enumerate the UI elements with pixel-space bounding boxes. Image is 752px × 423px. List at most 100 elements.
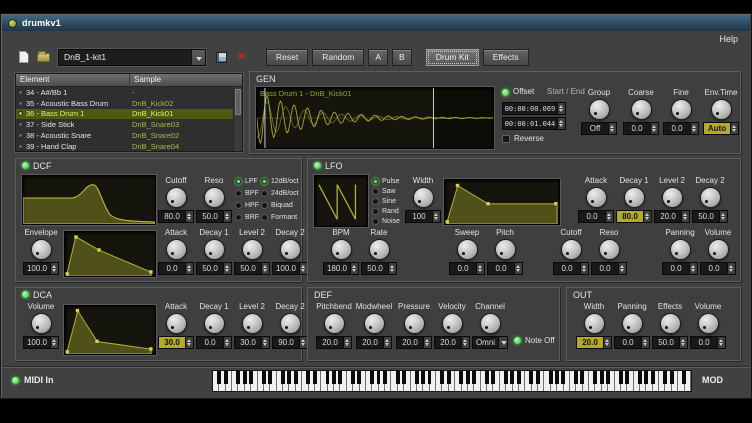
offset-start-spinbox[interactable]: 00:00:00.069 — [502, 102, 566, 115]
lfo-rate-knob[interactable] — [369, 239, 390, 260]
def-pitchbend-knob[interactable] — [324, 313, 345, 334]
menu-help[interactable]: Help — [719, 34, 738, 44]
lfo-width-knob[interactable] — [413, 187, 434, 208]
offset-end-spinbox[interactable]: 00:00:01.044 — [502, 117, 566, 130]
tab-drum-kit[interactable]: Drum Kit — [426, 49, 479, 66]
lfo-cutoff-spinbox[interactable]: 0.0 — [553, 262, 589, 275]
black-key[interactable] — [466, 371, 470, 384]
spinbox-arrows[interactable] — [608, 123, 616, 134]
spinbox-arrows[interactable] — [618, 263, 626, 274]
dca-enabled-led[interactable] — [22, 291, 29, 298]
delete-preset-button[interactable]: ✕ — [232, 48, 251, 66]
gen-coarse-knob[interactable] — [631, 99, 652, 120]
black-key[interactable] — [459, 371, 463, 384]
dropdown-arrow[interactable] — [498, 337, 507, 348]
open-preset-button[interactable] — [34, 48, 53, 66]
black-key[interactable] — [504, 371, 508, 384]
spinbox-arrows[interactable] — [423, 337, 431, 348]
def-pressure-spinbox[interactable]: 20.0 — [396, 336, 432, 349]
black-key[interactable] — [644, 371, 648, 384]
black-key[interactable] — [625, 371, 629, 384]
black-key[interactable] — [415, 371, 419, 384]
black-key[interactable] — [217, 371, 221, 384]
titlebar[interactable]: drumkv1 — [2, 15, 750, 31]
sample-waveform-display[interactable]: Bass Drum 1 - DnB_Kick01 — [256, 87, 494, 149]
spinbox-arrows[interactable] — [557, 118, 565, 129]
spinbox-arrows[interactable] — [641, 337, 649, 348]
spinbox-arrows[interactable] — [650, 123, 658, 134]
lfo-volume-spinbox[interactable]: 0.0 — [700, 262, 736, 275]
spinbox-arrows[interactable] — [689, 263, 697, 274]
lfo-pitch-knob[interactable] — [495, 239, 516, 260]
lfo-wave-noise-radio[interactable]: Noise — [372, 216, 400, 226]
lfo-enabled-led[interactable] — [314, 162, 321, 169]
black-key[interactable] — [224, 371, 228, 384]
gen-envtime-spinbox[interactable]: Auto — [703, 122, 739, 135]
dcf-slope-12db-radio[interactable]: 12dB/oct — [261, 176, 299, 186]
spinbox-arrows[interactable] — [350, 263, 358, 274]
dcf-cutoff-spinbox[interactable]: 80.0 — [158, 210, 194, 223]
black-key[interactable] — [377, 371, 381, 384]
spinbox-arrows[interactable] — [383, 337, 391, 348]
spinbox-arrows[interactable] — [690, 123, 698, 134]
dcf-level2-spinbox[interactable]: 50.0 — [234, 262, 270, 275]
spinbox-arrows[interactable] — [557, 103, 565, 114]
random-button[interactable]: Random — [312, 49, 364, 66]
out-effects-knob[interactable] — [660, 313, 681, 334]
spinbox-arrows[interactable] — [603, 337, 611, 348]
column-header-sample[interactable]: Sample — [130, 74, 165, 86]
spinbox-arrows[interactable] — [261, 263, 269, 274]
lfo-reso-knob[interactable] — [599, 239, 620, 260]
lfo-shape-display[interactable] — [314, 175, 368, 227]
def-modwheel-knob[interactable] — [364, 313, 385, 334]
dca-level2-spinbox[interactable]: 30.0 — [234, 336, 270, 349]
black-key[interactable] — [249, 371, 253, 384]
out-width-knob[interactable] — [584, 313, 605, 334]
spinbox-arrows[interactable] — [223, 211, 231, 222]
black-key[interactable] — [370, 371, 374, 384]
black-key[interactable] — [549, 371, 553, 384]
dcf-level2-knob[interactable] — [242, 239, 263, 260]
dcf-type-brf-radio[interactable]: BRF — [235, 212, 259, 222]
black-key[interactable] — [281, 371, 285, 384]
dcf-slope-24db-radio[interactable]: 24dB/oct — [261, 188, 299, 198]
dcf-type-lpf-radio[interactable]: LPF — [235, 176, 258, 186]
spinbox-arrows[interactable] — [461, 337, 469, 348]
lfo-bpm-spinbox[interactable]: 180.0 — [323, 262, 359, 275]
dcf-envelope-display[interactable] — [64, 231, 156, 277]
spinbox-arrows[interactable] — [432, 211, 440, 222]
dcf-envelope-spinbox[interactable]: 100.0 — [23, 262, 59, 275]
lfo-envelope-display[interactable] — [444, 179, 560, 225]
spinbox-arrows[interactable] — [343, 337, 351, 348]
dca-volume-spinbox[interactable]: 100.0 — [23, 336, 59, 349]
spinbox-arrows[interactable] — [717, 337, 725, 348]
out-width-spinbox[interactable]: 20.0 — [576, 336, 612, 349]
lfo-rate-spinbox[interactable]: 50.0 — [361, 262, 397, 275]
out-panning-spinbox[interactable]: 0.0 — [614, 336, 650, 349]
spinbox-arrows[interactable] — [185, 263, 193, 274]
element-row-selected[interactable]: 36 - Bass Drum 1DnB_Kick01 — [16, 109, 242, 120]
dca-level2-knob[interactable] — [242, 313, 263, 334]
black-key[interactable] — [236, 371, 240, 384]
dcf-cutoff-knob[interactable] — [166, 187, 187, 208]
lfo-sweep-knob[interactable] — [457, 239, 478, 260]
def-channel-knob[interactable] — [480, 313, 501, 334]
note-off-label[interactable]: Note Off — [525, 336, 555, 345]
dca-attack-spinbox[interactable]: 30.0 — [158, 336, 194, 349]
spinbox-arrows[interactable] — [580, 263, 588, 274]
element-row[interactable]: 35 - Acoustic Bass DrumDnB_Kick02 — [16, 98, 242, 109]
black-key[interactable] — [262, 371, 266, 384]
dcf-decay2-spinbox[interactable]: 100.0 — [272, 262, 308, 275]
def-pitchbend-spinbox[interactable]: 20.0 — [316, 336, 352, 349]
out-panning-knob[interactable] — [622, 313, 643, 334]
spinbox-arrows[interactable] — [681, 211, 689, 222]
black-key[interactable] — [574, 371, 578, 384]
spinbox-arrows[interactable] — [50, 337, 58, 348]
gen-group-knob[interactable] — [589, 99, 610, 120]
black-key[interactable] — [357, 371, 361, 384]
lfo-attack-spinbox[interactable]: 0.0 — [578, 210, 614, 223]
spinbox-arrows[interactable] — [261, 337, 269, 348]
dcf-type-bpf-radio[interactable]: BPF — [235, 188, 259, 198]
element-row[interactable]: 39 - Hand ClapDnB_Snare04 — [16, 141, 242, 152]
list-scrollbar[interactable] — [233, 87, 242, 151]
